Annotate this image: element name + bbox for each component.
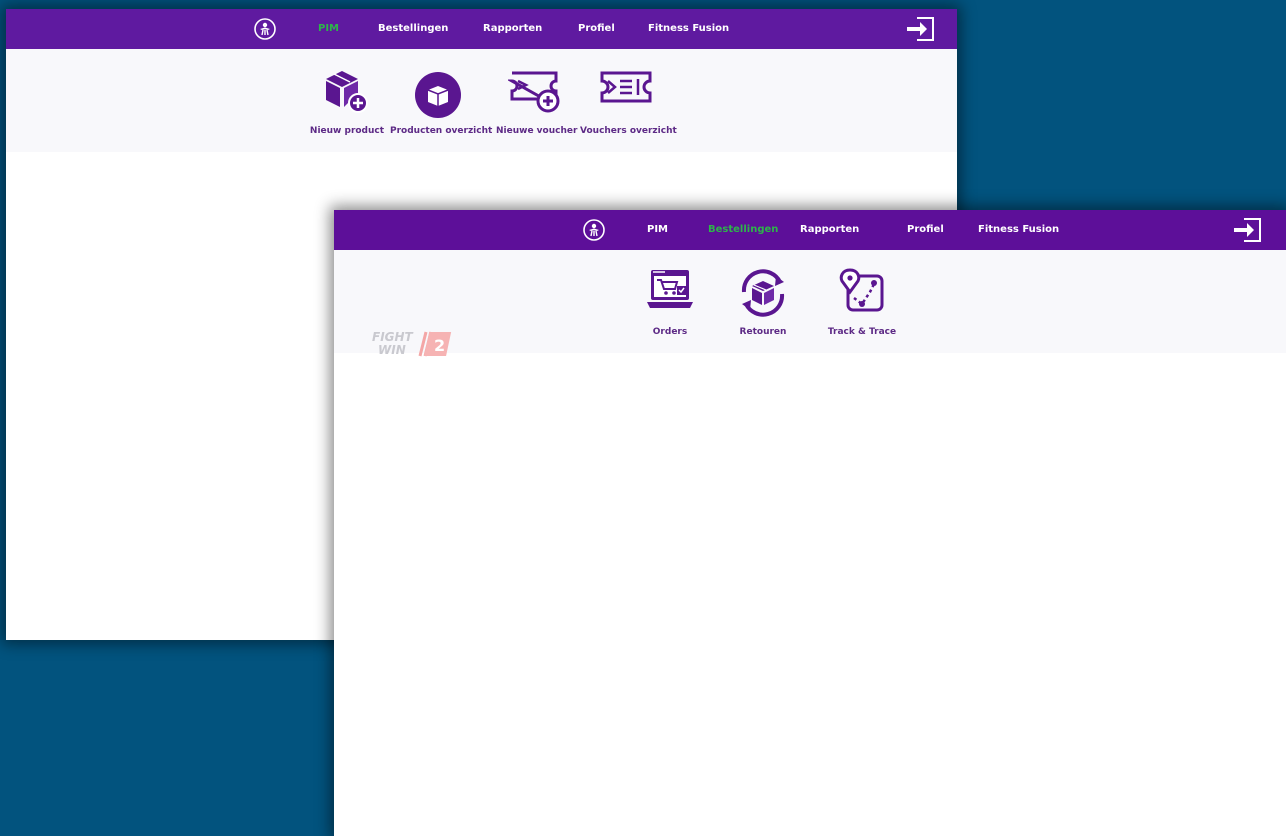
nav-pim[interactable]: PIM xyxy=(647,210,668,250)
tile-new-product[interactable]: Nieuw product xyxy=(309,49,385,136)
orders-toolbar: FIGHT WIN 2 Orders Retouren Track & Trac… xyxy=(334,250,1286,357)
nav-pim[interactable]: PIM xyxy=(318,9,339,49)
tile-label: Retouren xyxy=(739,327,787,337)
pim-toolbar: Nieuw product Producten overzicht Nieuwe… xyxy=(6,49,957,152)
logout-icon[interactable] xyxy=(905,16,935,42)
top-navigation-bar: PIM Bestellingen Rapporten Profiel Fitne… xyxy=(334,210,1286,250)
vouchers-overview-icon xyxy=(600,71,652,103)
tile-label: Nieuw product xyxy=(309,126,385,136)
brand-logo: FIGHT WIN 2 xyxy=(370,328,460,360)
app-logo-icon[interactable] xyxy=(254,18,276,40)
nav-fitness-fusion[interactable]: Fitness Fusion xyxy=(978,210,1059,250)
new-product-icon xyxy=(326,71,368,113)
tile-label: Orders xyxy=(652,327,688,337)
nav-rapporten[interactable]: Rapporten xyxy=(800,210,859,250)
products-overview-icon xyxy=(415,72,461,118)
app-logo-icon[interactable] xyxy=(583,219,605,241)
returns-icon xyxy=(741,269,785,317)
nav-bestellingen[interactable]: Bestellingen xyxy=(708,210,778,250)
tile-new-voucher[interactable]: Nieuwe voucher xyxy=(496,49,577,136)
track-trace-icon xyxy=(839,268,884,312)
tile-returns[interactable]: Retouren xyxy=(732,250,794,337)
top-navigation-bar: PIM Bestellingen Rapporten Profiel Fitne… xyxy=(6,9,957,49)
new-voucher-icon xyxy=(508,71,560,113)
orders-icon xyxy=(647,270,693,308)
nav-profiel[interactable]: Profiel xyxy=(907,210,944,250)
fightwin-logo-icon: FIGHT WIN 2 xyxy=(372,330,452,357)
tile-label: Nieuwe voucher xyxy=(496,126,578,136)
brand-line2: WIN xyxy=(378,343,406,357)
orders-window: PIM Bestellingen Rapporten Profiel Fitne… xyxy=(334,210,1286,836)
tile-label: Producten overzicht xyxy=(390,126,493,136)
brand-mark: 2 xyxy=(434,336,445,355)
nav-bestellingen[interactable]: Bestellingen xyxy=(378,9,448,49)
tile-vouchers-overview[interactable]: Vouchers overzicht xyxy=(580,49,677,136)
nav-rapporten[interactable]: Rapporten xyxy=(483,9,542,49)
nav-fitness-fusion[interactable]: Fitness Fusion xyxy=(648,9,729,49)
tile-label: Track & Trace xyxy=(827,327,897,337)
tile-products-overview[interactable]: Producten overzicht xyxy=(390,49,492,136)
nav-profiel[interactable]: Profiel xyxy=(578,9,615,49)
logout-icon[interactable] xyxy=(1232,217,1262,243)
brand-line1: FIGHT xyxy=(372,330,414,344)
tile-track-trace[interactable]: Track & Trace xyxy=(824,250,900,337)
tile-orders[interactable]: Orders xyxy=(640,250,700,337)
tile-label: Vouchers overzicht xyxy=(580,126,677,136)
